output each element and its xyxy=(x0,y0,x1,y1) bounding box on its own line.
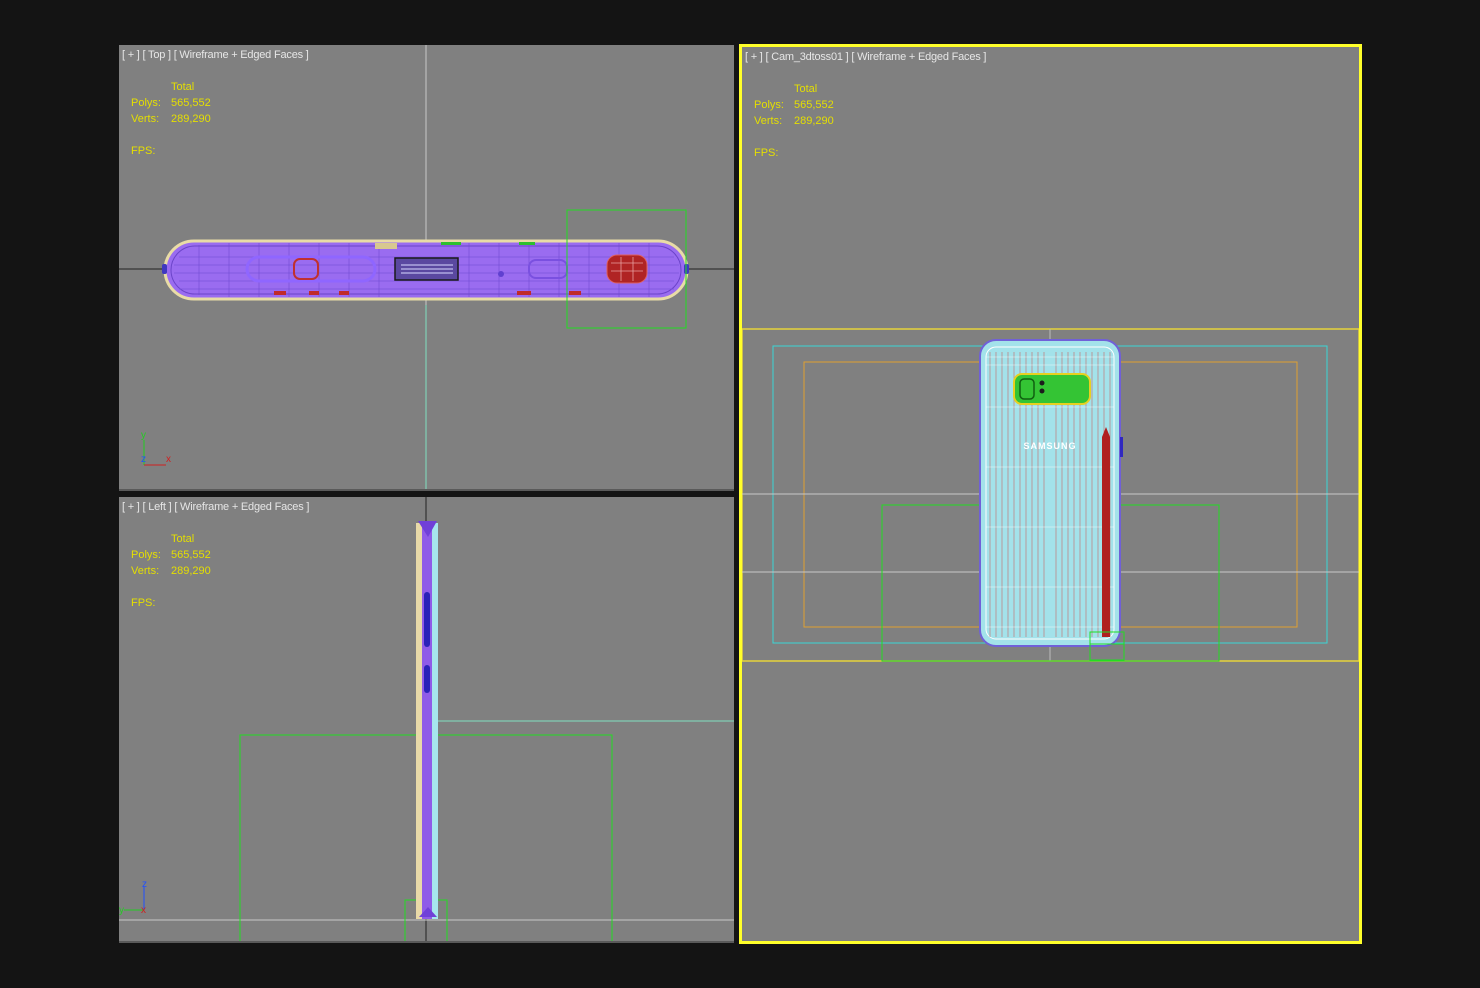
polys-value: 565,552 xyxy=(794,99,834,111)
left-view-scene: z y x xyxy=(119,497,734,941)
fps-label: FPS: xyxy=(131,597,156,609)
verts-label: Verts: xyxy=(131,113,160,125)
viewport-top[interactable]: y z x [ + ] [ Top ] [ Wireframe + Edged … xyxy=(119,45,734,491)
verts-value: 289,290 xyxy=(171,113,211,125)
viewport-camera[interactable]: SAMSUNG [ + ] [ Cam_3dtoss01 ] [ Wirefra… xyxy=(739,44,1362,944)
brand-logo: SAMSUNG xyxy=(1023,441,1076,451)
polys-value: 565,552 xyxy=(171,97,211,109)
polys-label: Polys: xyxy=(754,99,784,111)
polys-value: 565,552 xyxy=(171,549,211,561)
verts-value: 289,290 xyxy=(171,565,211,577)
axis-label-b: y xyxy=(119,905,124,916)
phone-model-left[interactable] xyxy=(416,521,438,919)
polys-label: Polys: xyxy=(131,549,161,561)
polys-label: Polys: xyxy=(131,97,161,109)
viewport-label[interactable]: [ + ] [ Cam_3dtoss01 ] [ Wireframe + Edg… xyxy=(745,51,986,63)
axis-tripod-top: y z x xyxy=(141,430,171,466)
axis-label-a: z xyxy=(142,879,147,890)
fps-label: FPS: xyxy=(131,145,156,157)
verts-label: Verts: xyxy=(131,565,160,577)
stats-total-header: Total xyxy=(171,533,195,545)
viewport-left[interactable]: z y x [ + ] [ Left ] [ Wireframe + Edged… xyxy=(119,497,734,943)
phone-model-top[interactable] xyxy=(162,239,689,301)
axis-label-b: z xyxy=(141,454,146,465)
viewport-label[interactable]: [ + ] [ Top ] [ Wireframe + Edged Faces … xyxy=(122,49,309,61)
scene-stats: Total Polys: 565,552 Verts: 289,290 FPS: xyxy=(754,81,834,161)
fps-label: FPS: xyxy=(754,147,779,159)
axis-label-c: x xyxy=(141,905,146,916)
top-view-scene: y z x xyxy=(119,45,734,489)
camera-view-scene: SAMSUNG xyxy=(742,328,1359,662)
verts-label: Verts: xyxy=(754,115,783,127)
axis-tripod-left: z y x xyxy=(119,879,147,916)
stats-total-header: Total xyxy=(794,83,818,95)
verts-value: 289,290 xyxy=(794,115,834,127)
stats-total-header: Total xyxy=(171,81,195,93)
axis-label-a: y xyxy=(141,430,146,441)
scene-stats: Total Polys: 565,552 Verts: 289,290 FPS: xyxy=(131,79,211,159)
axis-label-c: x xyxy=(166,454,171,465)
scene-stats: Total Polys: 565,552 Verts: 289,290 FPS: xyxy=(131,531,211,611)
phone-model-back[interactable]: SAMSUNG xyxy=(979,339,1125,661)
viewport-label[interactable]: [ + ] [ Left ] [ Wireframe + Edged Faces… xyxy=(122,501,309,513)
